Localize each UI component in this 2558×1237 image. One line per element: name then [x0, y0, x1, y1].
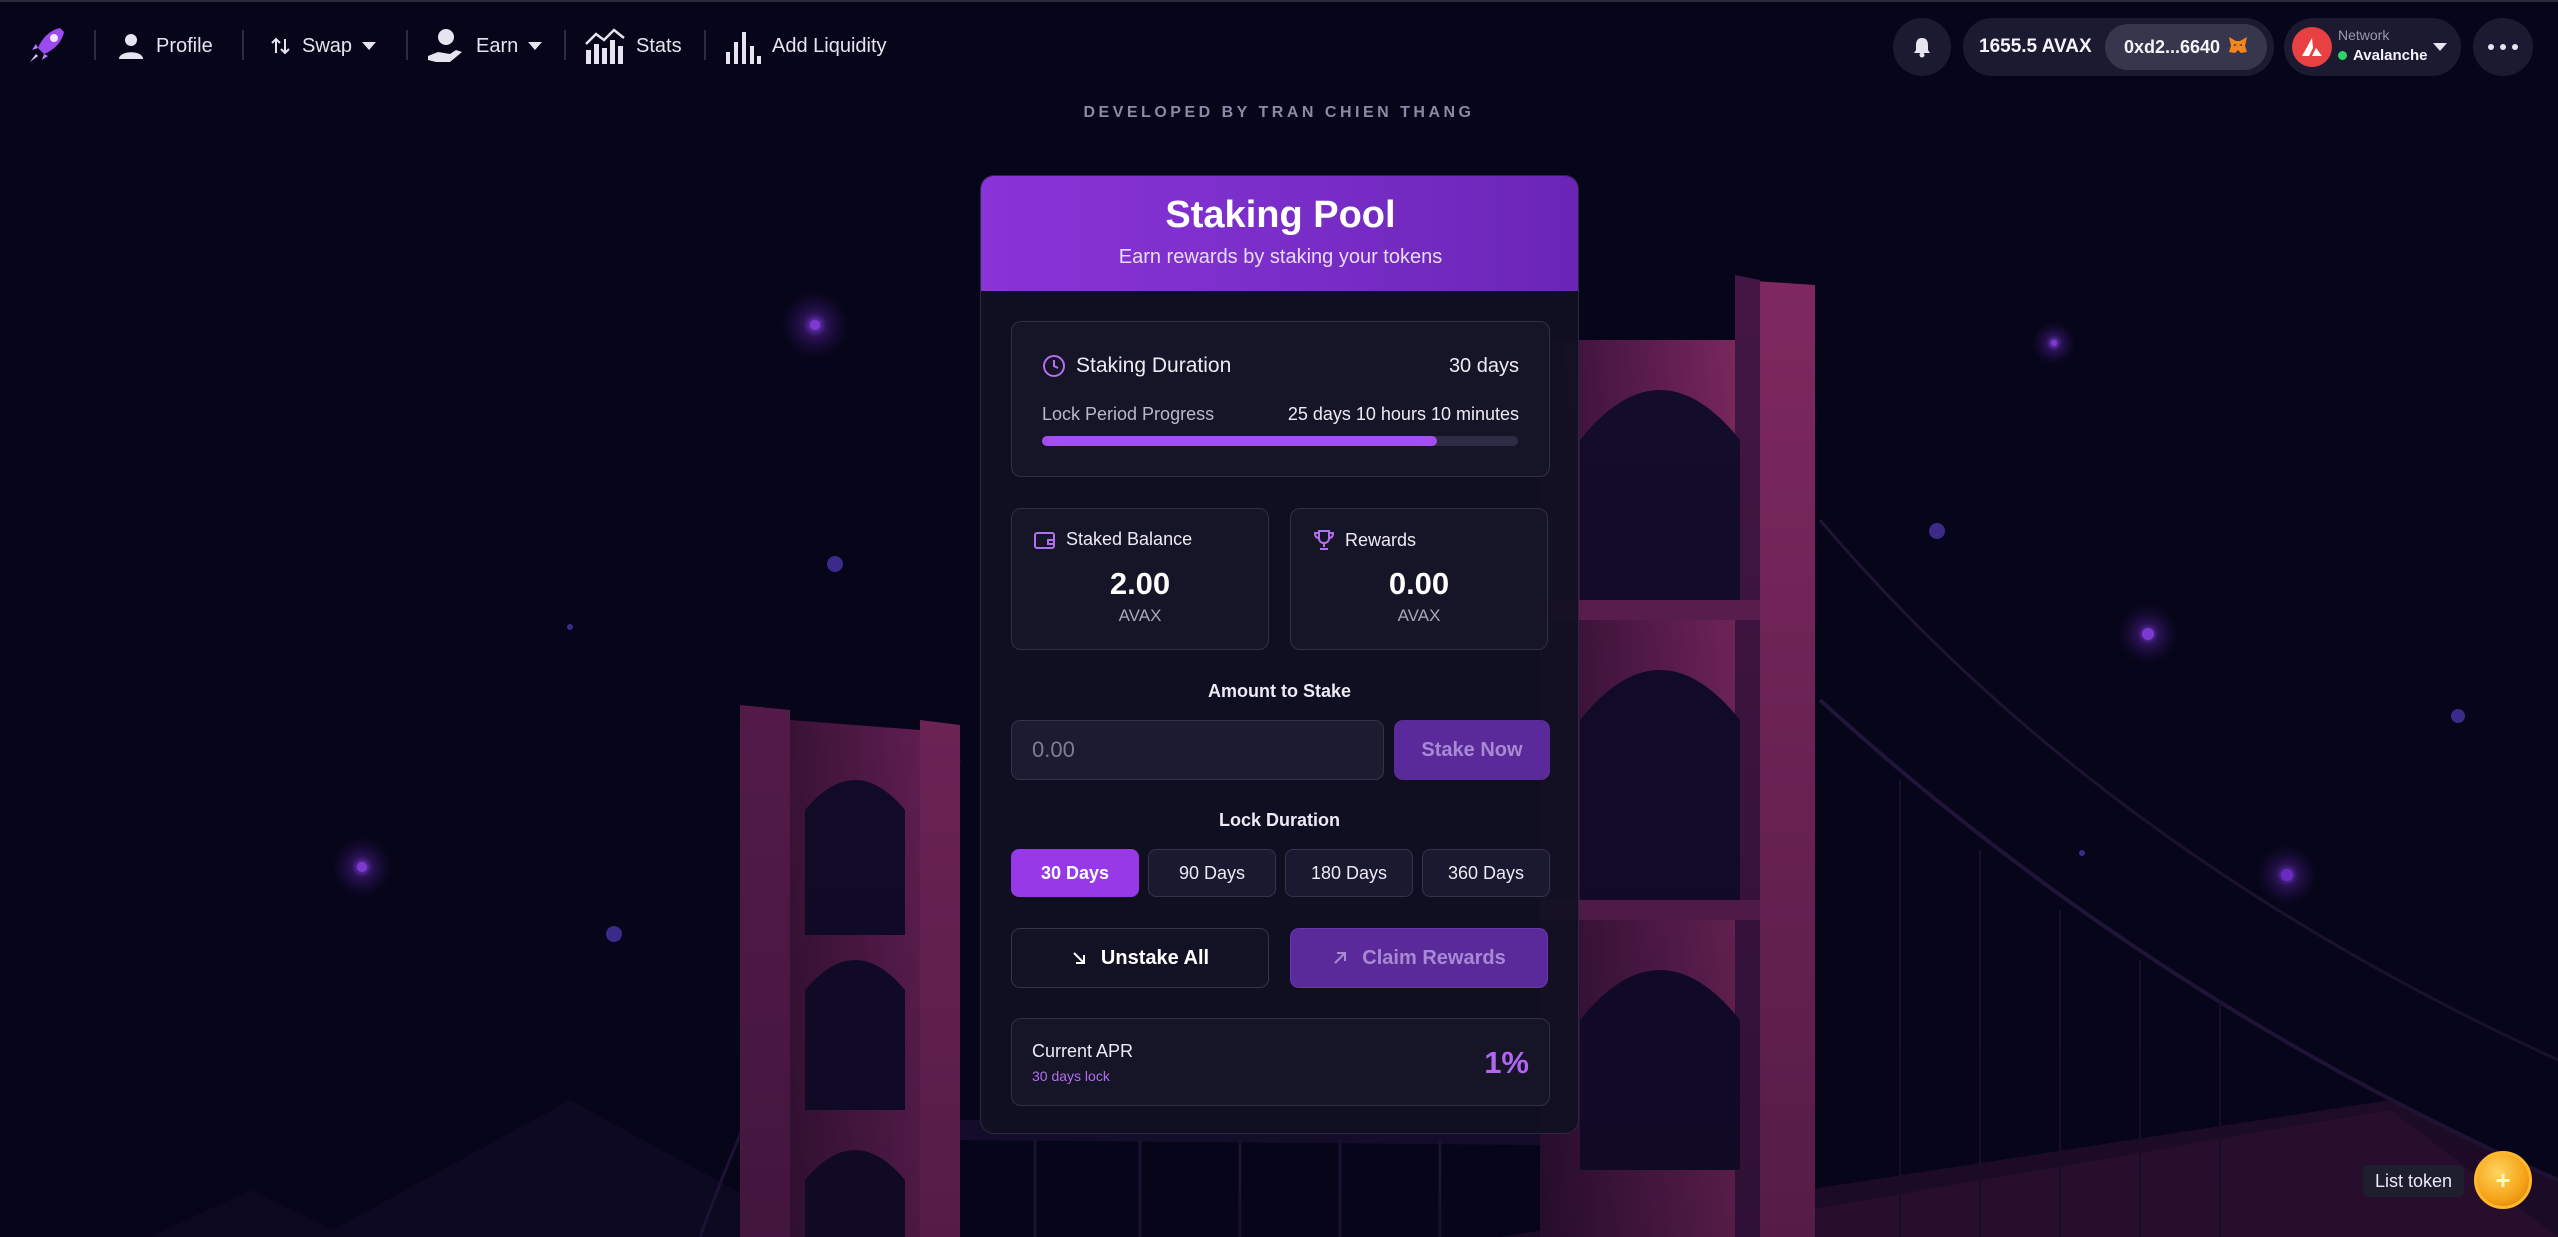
staked-balance-unit: AVAX	[1118, 606, 1162, 625]
nav-divider	[242, 30, 244, 60]
card-subtitle: Earn rewards by staking your tokens	[1118, 246, 1443, 268]
rocket-logo-icon[interactable]	[26, 22, 70, 66]
nav-divider	[94, 30, 96, 60]
user-icon	[119, 34, 143, 59]
plus-icon: +	[2495, 1164, 2511, 1195]
avalanche-logo-icon	[2292, 27, 2332, 67]
staking-duration-label: Staking Duration	[1076, 354, 1232, 377]
wallet-address: 0xd2...6640	[2123, 36, 2221, 57]
nav-earn-label: Earn	[476, 34, 519, 57]
duration-90-days-button[interactable]: 90 Days	[1148, 849, 1276, 897]
nav-earn[interactable]: Earn	[426, 24, 543, 68]
stake-amount-input[interactable]	[1011, 720, 1384, 780]
current-apr-lock-note: 30 days lock	[1032, 1068, 1110, 1084]
nav-add-liquidity-label: Add Liquidity	[772, 34, 887, 57]
staking-pool-card: Staking Pool Earn rewards by staking you…	[980, 175, 1579, 1134]
developer-credit: DEVELOPED BY TRAN CHIEN THANG	[1083, 104, 1475, 121]
nav-swap[interactable]: Swap	[270, 24, 377, 68]
dot	[2488, 44, 2494, 50]
rewards-label: Rewards	[1345, 529, 1417, 550]
nav-swap-label: Swap	[302, 34, 353, 57]
nav-profile[interactable]: Profile	[116, 24, 213, 68]
claim-rewards-label: Claim Rewards	[1362, 946, 1506, 969]
list-token-coin-button[interactable]: +	[2474, 1151, 2532, 1209]
rewards-panel: Rewards 0.00 AVAX	[1290, 508, 1548, 650]
bell-icon	[1914, 38, 1930, 58]
current-apr-label: Current APR	[1032, 1041, 1134, 1061]
stats-chart-icon	[585, 28, 625, 64]
duration-360-days-button[interactable]: 360 Days	[1422, 849, 1550, 897]
staking-duration-value: 30 days	[1448, 355, 1519, 377]
rewards-unit: AVAX	[1397, 606, 1441, 625]
bar-chart-icon	[726, 32, 761, 64]
current-apr-value: 1%	[1484, 1045, 1529, 1080]
unstake-all-button[interactable]: Unstake All	[1011, 928, 1269, 988]
nav-divider	[564, 30, 566, 60]
staked-balance-panel: Staked Balance 2.00 AVAX	[1011, 508, 1269, 650]
duration-30-days-button[interactable]: 30 Days	[1011, 849, 1139, 897]
nav-stats-label: Stats	[636, 34, 682, 57]
staked-balance-label: Staked Balance	[1066, 529, 1193, 549]
wallet-icon	[1034, 531, 1055, 549]
unstake-all-label: Unstake All	[1100, 946, 1210, 969]
network-selector[interactable]: Network Avalanche	[2284, 18, 2461, 76]
card-title: Staking Pool	[1165, 194, 1396, 236]
notifications-button[interactable]	[1893, 18, 1951, 76]
chevron-down-icon	[2433, 43, 2447, 51]
current-apr-panel: Current APR 30 days lock 1%	[1011, 1018, 1550, 1106]
network-label: Network	[2338, 27, 2390, 43]
nav-divider	[704, 30, 706, 60]
swap-arrows-icon	[271, 37, 290, 55]
top-navigation-bar: Profile Swap Earn Stats Add Liquidity 16…	[0, 2, 2558, 88]
claim-rewards-button[interactable]: Claim Rewards	[1290, 928, 1548, 988]
clock-icon	[1042, 354, 1066, 383]
lock-duration-label: Lock Duration	[1218, 810, 1340, 830]
stake-now-button[interactable]: Stake Now	[1394, 720, 1550, 780]
wallet-balance: 1655.5 AVAX	[1979, 36, 2092, 57]
more-options-button[interactable]	[2473, 18, 2533, 76]
arrow-up-right-icon	[1334, 952, 1347, 964]
trophy-icon	[1313, 530, 1335, 550]
lock-progress-bar	[1042, 436, 1518, 446]
lock-progress-fill	[1042, 436, 1438, 446]
network-name: Avalanche	[2338, 47, 2427, 64]
arrow-down-right-icon	[1073, 952, 1085, 964]
dot	[2512, 44, 2518, 50]
lock-progress-label: Lock Period Progress	[1042, 404, 1215, 424]
chevron-down-icon	[362, 42, 377, 50]
staked-balance-header: Staked Balance	[1034, 529, 1192, 550]
duration-180-days-button[interactable]: 180 Days	[1285, 849, 1413, 897]
rewards-header: Rewards	[1313, 529, 1416, 551]
chevron-down-icon	[528, 42, 543, 50]
nav-profile-label: Profile	[156, 34, 213, 57]
wallet-widget[interactable]: 1655.5 AVAX 0xd2...6640	[1963, 18, 2274, 76]
metamask-fox-icon	[2228, 36, 2248, 59]
network-name-text: Avalanche	[2353, 47, 2428, 64]
network-status-dot	[2338, 51, 2347, 60]
rewards-value: 0.00	[1388, 566, 1450, 601]
card-header: Staking Pool Earn rewards by staking you…	[981, 176, 1578, 291]
wallet-address-button[interactable]: 0xd2...6640	[2105, 24, 2267, 70]
list-token-label: List token	[2363, 1165, 2465, 1197]
nav-divider	[406, 30, 408, 60]
staking-duration-panel: Staking Duration 30 days Lock Period Pro…	[1011, 321, 1550, 477]
hand-coin-icon	[428, 29, 462, 62]
nav-add-liquidity[interactable]: Add Liquidity	[724, 24, 887, 68]
staked-balance-value: 2.00	[1109, 566, 1171, 601]
dot	[2500, 44, 2506, 50]
lock-progress-value: 25 days 10 hours 10 minutes	[1287, 404, 1519, 424]
amount-to-stake-label: Amount to Stake	[1207, 681, 1351, 701]
nav-stats[interactable]: Stats	[584, 24, 682, 68]
